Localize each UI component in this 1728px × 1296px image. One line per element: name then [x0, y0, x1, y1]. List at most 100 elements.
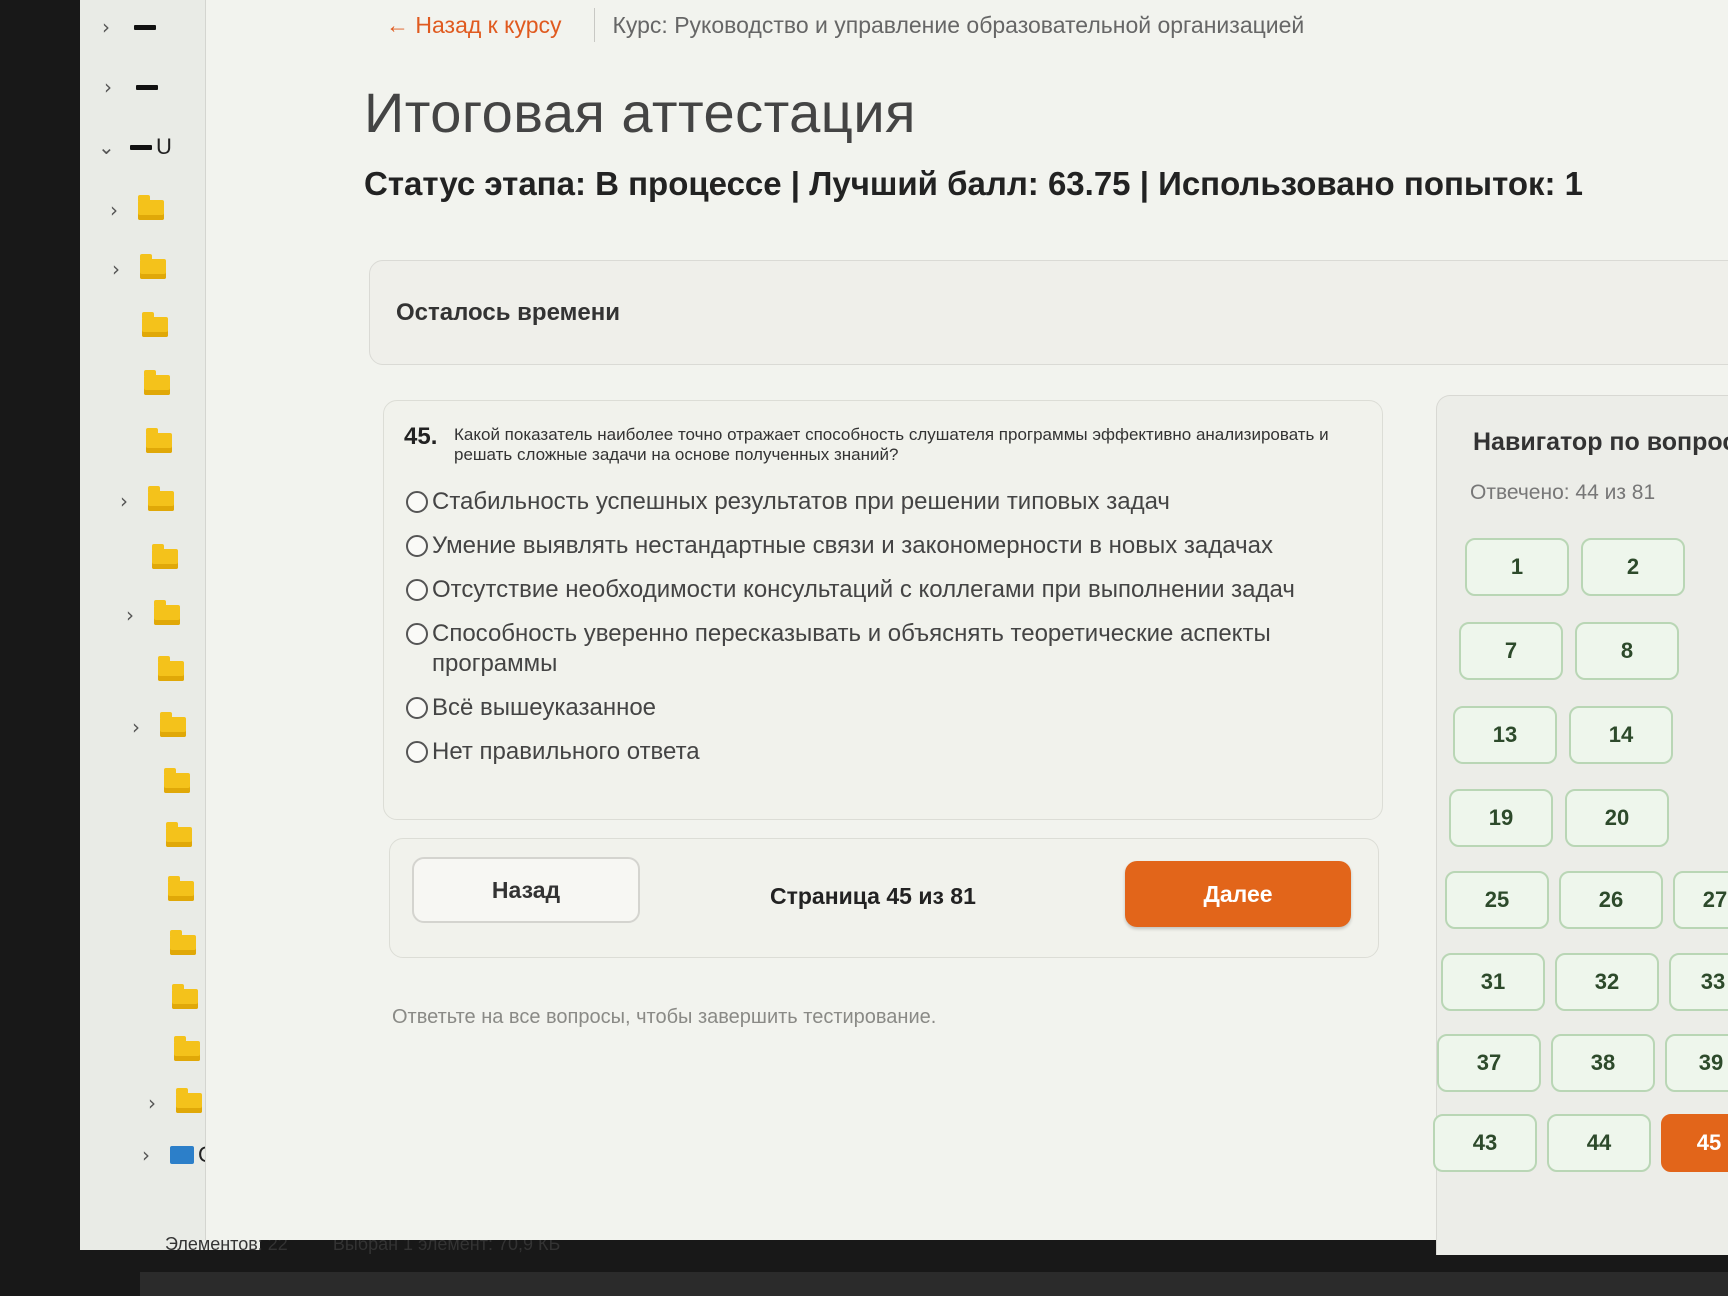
drive-icon	[136, 84, 158, 90]
question-nav-button[interactable]: 27	[1673, 871, 1728, 929]
taskbar	[140, 1272, 1728, 1296]
answer-option[interactable]: Стабильность успешных результатов при ре…	[406, 487, 1356, 517]
folder-icon	[168, 876, 194, 901]
question-text: Какой показатель наиболее точно отражает…	[454, 425, 1329, 464]
tree-item[interactable]	[136, 370, 170, 400]
question-navigator: Навигатор по вопросам Отвечено: 44 из 81…	[1433, 395, 1728, 1255]
question-number: 45.	[404, 423, 438, 450]
question-nav-button[interactable]: 37	[1437, 1034, 1541, 1092]
answer-option-label: Нет правильного ответа	[432, 738, 700, 765]
question-nav-button[interactable]: 26	[1559, 871, 1663, 929]
chevron-right-icon[interactable]: ›	[126, 603, 146, 627]
radio-button[interactable]	[406, 491, 428, 513]
folder-icon	[160, 712, 186, 737]
next-button[interactable]: Далее	[1125, 861, 1351, 927]
answer-option-label: Отсутствие необходимости консультаций с …	[432, 576, 1295, 603]
drive-icon	[134, 24, 156, 30]
question-nav-button-current[interactable]: 45	[1661, 1114, 1728, 1172]
chevron-right-icon[interactable]: ›	[142, 1143, 162, 1167]
question-nav-button[interactable]: 39	[1665, 1034, 1728, 1092]
back-to-course-link[interactable]: ← Назад к курсу	[386, 12, 562, 39]
chevron-right-icon[interactable]: ›	[104, 75, 124, 99]
tree-item-label: U	[156, 134, 172, 159]
radio-button[interactable]	[406, 623, 428, 645]
tree-item[interactable]	[150, 656, 184, 686]
breadcrumb: ← Назад к курсу Курс: Руководство и упра…	[386, 8, 1304, 42]
folder-icon	[148, 486, 174, 511]
tree-item[interactable]	[144, 544, 178, 574]
radio-button[interactable]	[406, 697, 428, 719]
question-nav-button[interactable]: 13	[1453, 706, 1557, 764]
tree-item[interactable]: ›	[148, 1088, 202, 1118]
tree-item[interactable]: ›	[102, 12, 156, 42]
tree-item[interactable]: ›	[112, 254, 166, 284]
question-nav-button[interactable]: 33	[1669, 953, 1728, 1011]
chevron-right-icon[interactable]: ›	[120, 489, 140, 513]
question-nav-button[interactable]: 44	[1547, 1114, 1651, 1172]
tree-item[interactable]	[162, 930, 196, 960]
folder-icon	[174, 1036, 200, 1061]
answered-count: Отвечено: 44 из 81	[1470, 481, 1656, 504]
back-button[interactable]: Назад	[412, 857, 640, 923]
tree-item[interactable]: ›C	[142, 1140, 214, 1170]
folder-icon	[152, 544, 178, 569]
question-nav-button[interactable]: 31	[1441, 953, 1545, 1011]
tree-item[interactable]: ⌄ U	[98, 132, 172, 162]
folder-icon	[166, 822, 192, 847]
tree-item[interactable]: ›	[126, 600, 180, 630]
question-nav-button[interactable]: 1	[1465, 538, 1569, 596]
folder-icon	[164, 768, 190, 793]
answer-option[interactable]: Способность уверенно пересказывать и объ…	[406, 619, 1356, 679]
radio-button[interactable]	[406, 579, 428, 601]
timer-label: Осталось времени	[396, 299, 620, 326]
question-nav-button[interactable]: 43	[1433, 1114, 1537, 1172]
question-nav-button[interactable]: 14	[1569, 706, 1673, 764]
radio-button[interactable]	[406, 741, 428, 763]
answer-option[interactable]: Всё вышеуказанное	[406, 693, 1356, 723]
folder-icon	[158, 656, 184, 681]
question-nav-button[interactable]: 8	[1575, 622, 1679, 680]
question-nav-button[interactable]: 38	[1551, 1034, 1655, 1092]
tree-item[interactable]	[156, 768, 190, 798]
pagination-card: Назад Страница 45 из 81 Далее	[389, 838, 1379, 958]
folder-icon	[172, 984, 198, 1009]
folder-icon	[140, 254, 166, 279]
tree-item[interactable]: ›	[110, 195, 164, 225]
page-indicator: Страница 45 из 81	[770, 883, 976, 909]
folder-icon	[176, 1088, 202, 1113]
chevron-right-icon[interactable]: ›	[110, 198, 130, 222]
folder-icon	[146, 428, 172, 453]
answer-option-label: Всё вышеуказанное	[432, 694, 657, 721]
answer-option[interactable]: Нет правильного ответа	[406, 737, 1356, 767]
tree-item[interactable]	[164, 984, 198, 1014]
question-nav-button[interactable]: 19	[1449, 789, 1553, 847]
tree-item[interactable]	[160, 876, 194, 906]
question-nav-button[interactable]: 25	[1445, 871, 1549, 929]
chevron-down-icon[interactable]: ⌄	[98, 135, 118, 159]
chevron-right-icon[interactable]: ›	[132, 715, 152, 739]
question-nav-button[interactable]: 20	[1565, 789, 1669, 847]
question-nav-button[interactable]: 32	[1555, 953, 1659, 1011]
tree-item[interactable]	[134, 312, 168, 342]
tree-item[interactable]	[158, 822, 192, 852]
tree-item[interactable]: ›	[132, 712, 186, 742]
tree-item[interactable]	[138, 428, 172, 458]
answer-option[interactable]: Отсутствие необходимости консультаций с …	[406, 575, 1356, 605]
course-title: Курс: Руководство и управление образоват…	[612, 11, 1305, 38]
answer-option-label: Способность уверенно пересказывать и объ…	[432, 620, 1271, 677]
folder-icon	[138, 195, 164, 220]
page-title: Итоговая аттестация	[364, 81, 916, 144]
folder-icon	[142, 312, 168, 337]
question-nav-button[interactable]: 7	[1459, 622, 1563, 680]
radio-button[interactable]	[406, 535, 428, 557]
test-page: ← Назад к курсу Курс: Руководство и упра…	[205, 0, 1728, 1255]
timer-card: Осталось времени	[369, 260, 1728, 365]
tree-item[interactable]	[166, 1036, 200, 1066]
tree-item[interactable]: ›	[104, 72, 158, 102]
chevron-right-icon[interactable]: ›	[148, 1091, 168, 1115]
answer-option[interactable]: Умение выявлять нестандартные связи и за…	[406, 531, 1356, 561]
chevron-right-icon[interactable]: ›	[112, 257, 132, 281]
tree-item[interactable]: ›	[120, 486, 174, 516]
question-nav-button[interactable]: 2	[1581, 538, 1685, 596]
chevron-right-icon[interactable]: ›	[102, 15, 122, 39]
